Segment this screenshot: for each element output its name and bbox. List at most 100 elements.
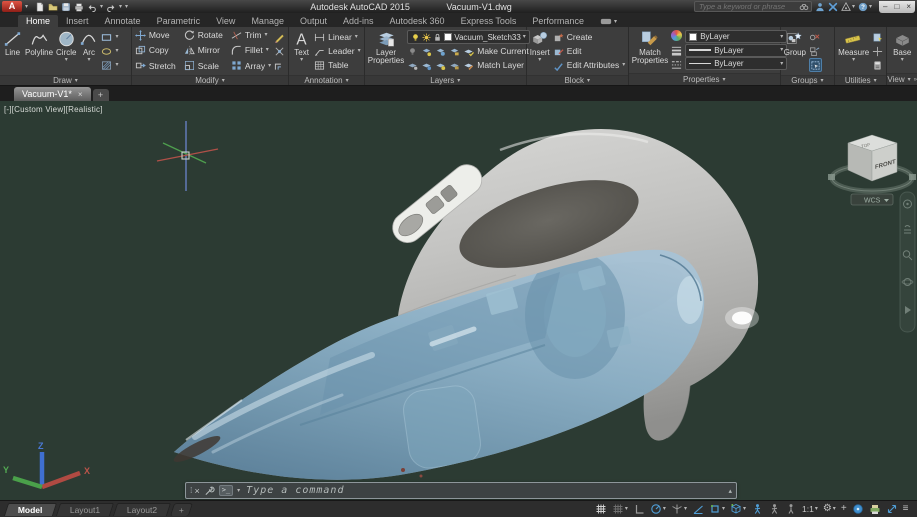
layers-panel-caret-icon[interactable]: ▾: [457, 78, 460, 84]
undo-caret-icon[interactable]: ▾: [100, 4, 103, 10]
measure-button[interactable]: Measure ▾: [838, 28, 869, 74]
tab-addins[interactable]: Add-ins: [335, 15, 382, 27]
object-snap-tracking-toggle[interactable]: [689, 501, 706, 517]
insert-button[interactable]: Insert ▾: [530, 28, 550, 74]
help-caret-icon[interactable]: ▾: [869, 4, 872, 10]
linetype-icon[interactable]: [671, 59, 682, 70]
modify-panel-caret-icon[interactable]: ▾: [222, 78, 225, 84]
layout2-tab[interactable]: Layout2: [113, 503, 171, 516]
group-selection-toggle-button[interactable]: [809, 58, 822, 72]
panel-title-annotation[interactable]: Annotation▾: [289, 75, 364, 85]
base-button[interactable]: Base ▾: [893, 28, 912, 72]
exchange-apps-button[interactable]: ▾: [841, 2, 855, 12]
quick-calc-button[interactable]: [872, 58, 883, 72]
panel-title-layers[interactable]: Layers▾: [365, 75, 526, 85]
edit-attributes-button[interactable]: Edit Attributes▾: [553, 58, 625, 72]
new-file-icon[interactable]: [35, 2, 45, 12]
panel-title-view[interactable]: View▾»: [887, 73, 917, 85]
workspace-caret-icon[interactable]: ▾: [833, 506, 836, 512]
table-button[interactable]: Table: [314, 58, 360, 72]
panel-title-groups[interactable]: Groups▾: [781, 75, 834, 85]
polar-tracking-toggle[interactable]: ▾: [647, 501, 668, 517]
leader-button[interactable]: Leader▾: [314, 44, 360, 58]
sign-in-button[interactable]: [815, 2, 825, 12]
tab-output[interactable]: Output: [292, 15, 335, 27]
scale-caret-icon[interactable]: ▾: [815, 506, 818, 512]
ribbon-overflow-icon[interactable]: »: [914, 77, 917, 83]
close-button[interactable]: ×: [906, 2, 911, 12]
command-customize-wrench-icon[interactable]: [204, 485, 215, 496]
command-close-icon[interactable]: ×: [194, 486, 199, 496]
ellipse-button[interactable]: ▾: [101, 44, 118, 58]
recent-commands-caret-icon[interactable]: ▾: [237, 488, 240, 494]
groups-panel-caret-icon[interactable]: ▾: [821, 78, 824, 84]
model-tab[interactable]: Model: [4, 503, 57, 516]
hatch-caret-icon[interactable]: ▾: [115, 62, 118, 68]
command-input[interactable]: [244, 484, 724, 497]
annotation-scale-select[interactable]: 1:1▾: [799, 501, 820, 517]
exchange-caret-icon[interactable]: ▾: [852, 4, 855, 10]
ungroup-button[interactable]: [809, 30, 822, 44]
insert-caret-icon[interactable]: ▾: [538, 57, 541, 63]
file-tab-active[interactable]: Vacuum-V1* ×: [14, 87, 91, 101]
ortho-toggle[interactable]: [630, 501, 647, 517]
restore-button[interactable]: □: [894, 2, 899, 12]
app-menu-caret-icon[interactable]: ▾: [25, 4, 28, 10]
circle-caret-icon[interactable]: ▾: [65, 57, 68, 63]
tab-express-tools[interactable]: Express Tools: [453, 15, 525, 27]
new-drawing-tab-button[interactable]: +: [93, 89, 109, 101]
annotation-scale-figure[interactable]: [782, 501, 799, 517]
panel-title-utilities[interactable]: Utilities▾: [835, 75, 886, 85]
leader-caret-icon[interactable]: ▾: [358, 48, 361, 54]
measure-caret-icon[interactable]: ▾: [852, 57, 855, 63]
tab-autodesk360[interactable]: Autodesk 360: [382, 15, 453, 27]
snap-mode-toggle[interactable]: ▾: [609, 501, 630, 517]
text-caret-icon[interactable]: ▾: [300, 57, 303, 63]
workspace-switching-button[interactable]: ⚙▾: [820, 501, 838, 517]
polar-caret-icon[interactable]: ▾: [663, 506, 666, 512]
tab-view[interactable]: View: [208, 15, 243, 27]
annotation-panel-caret-icon[interactable]: ▾: [346, 78, 349, 84]
hatch-button[interactable]: ▾: [101, 58, 118, 72]
navigation-bar[interactable]: [900, 192, 915, 332]
redo-caret-icon[interactable]: ▾: [119, 4, 122, 10]
trim-button[interactable]: Trim▾: [231, 28, 271, 42]
annotation-visibility-toggle[interactable]: [748, 501, 765, 517]
quick-select-button[interactable]: [872, 30, 883, 44]
group-button[interactable]: Group: [784, 28, 806, 74]
viewport-controls-label[interactable]: [-][Custom View][Realistic]: [4, 105, 103, 114]
help-button[interactable]: ? ▾: [858, 2, 872, 12]
command-history-caret-icon[interactable]: ▴: [728, 487, 732, 495]
viewcube-compass-west-arrow[interactable]: [828, 174, 835, 180]
help-search-box[interactable]: [694, 1, 812, 12]
command-line[interactable]: ⁞⁞ × >_ ▾ ▴: [185, 482, 737, 499]
polyline-button[interactable]: Polyline: [25, 28, 53, 74]
isodraft-caret-icon[interactable]: ▾: [684, 506, 687, 512]
clean-screen-button[interactable]: [883, 501, 900, 517]
annotation-autoscale-toggle[interactable]: [765, 501, 782, 517]
tab-annotate[interactable]: Annotate: [97, 15, 149, 27]
layer-select[interactable]: Vacuum_Sketch33 ▾: [407, 30, 530, 44]
array-button[interactable]: Array▾: [231, 59, 271, 73]
edit-attributes-caret-icon[interactable]: ▾: [622, 62, 625, 68]
draw-panel-caret-icon[interactable]: ▾: [75, 78, 78, 84]
mirror-button[interactable]: Mirror: [184, 43, 223, 57]
model-canvas[interactable]: Z X Y TOP FRONT WCS: [0, 101, 917, 500]
line-button[interactable]: Line: [3, 28, 22, 74]
fillet-button[interactable]: Fillet▾: [231, 43, 271, 57]
annotation-monitor-toggle[interactable]: [849, 501, 866, 517]
arc-caret-icon[interactable]: ▾: [87, 57, 90, 63]
autodesk360-button[interactable]: [828, 2, 838, 12]
isometric-drafting-toggle[interactable]: ▾: [668, 501, 689, 517]
search-binoculars-icon[interactable]: [799, 2, 809, 12]
3d-osnap-caret-icon[interactable]: ▾: [743, 506, 746, 512]
id-point-button[interactable]: [872, 44, 883, 58]
save-icon[interactable]: [61, 2, 71, 12]
new-layout-button[interactable]: +: [170, 503, 193, 516]
layout1-tab[interactable]: Layout1: [55, 503, 113, 516]
arc-button[interactable]: Arc ▾: [79, 28, 98, 74]
view-panel-caret-icon[interactable]: ▾: [908, 77, 911, 83]
undo-icon[interactable]: [87, 2, 97, 12]
customization-menu-button[interactable]: ≡: [900, 501, 911, 517]
create-block-button[interactable]: Create: [553, 30, 625, 44]
